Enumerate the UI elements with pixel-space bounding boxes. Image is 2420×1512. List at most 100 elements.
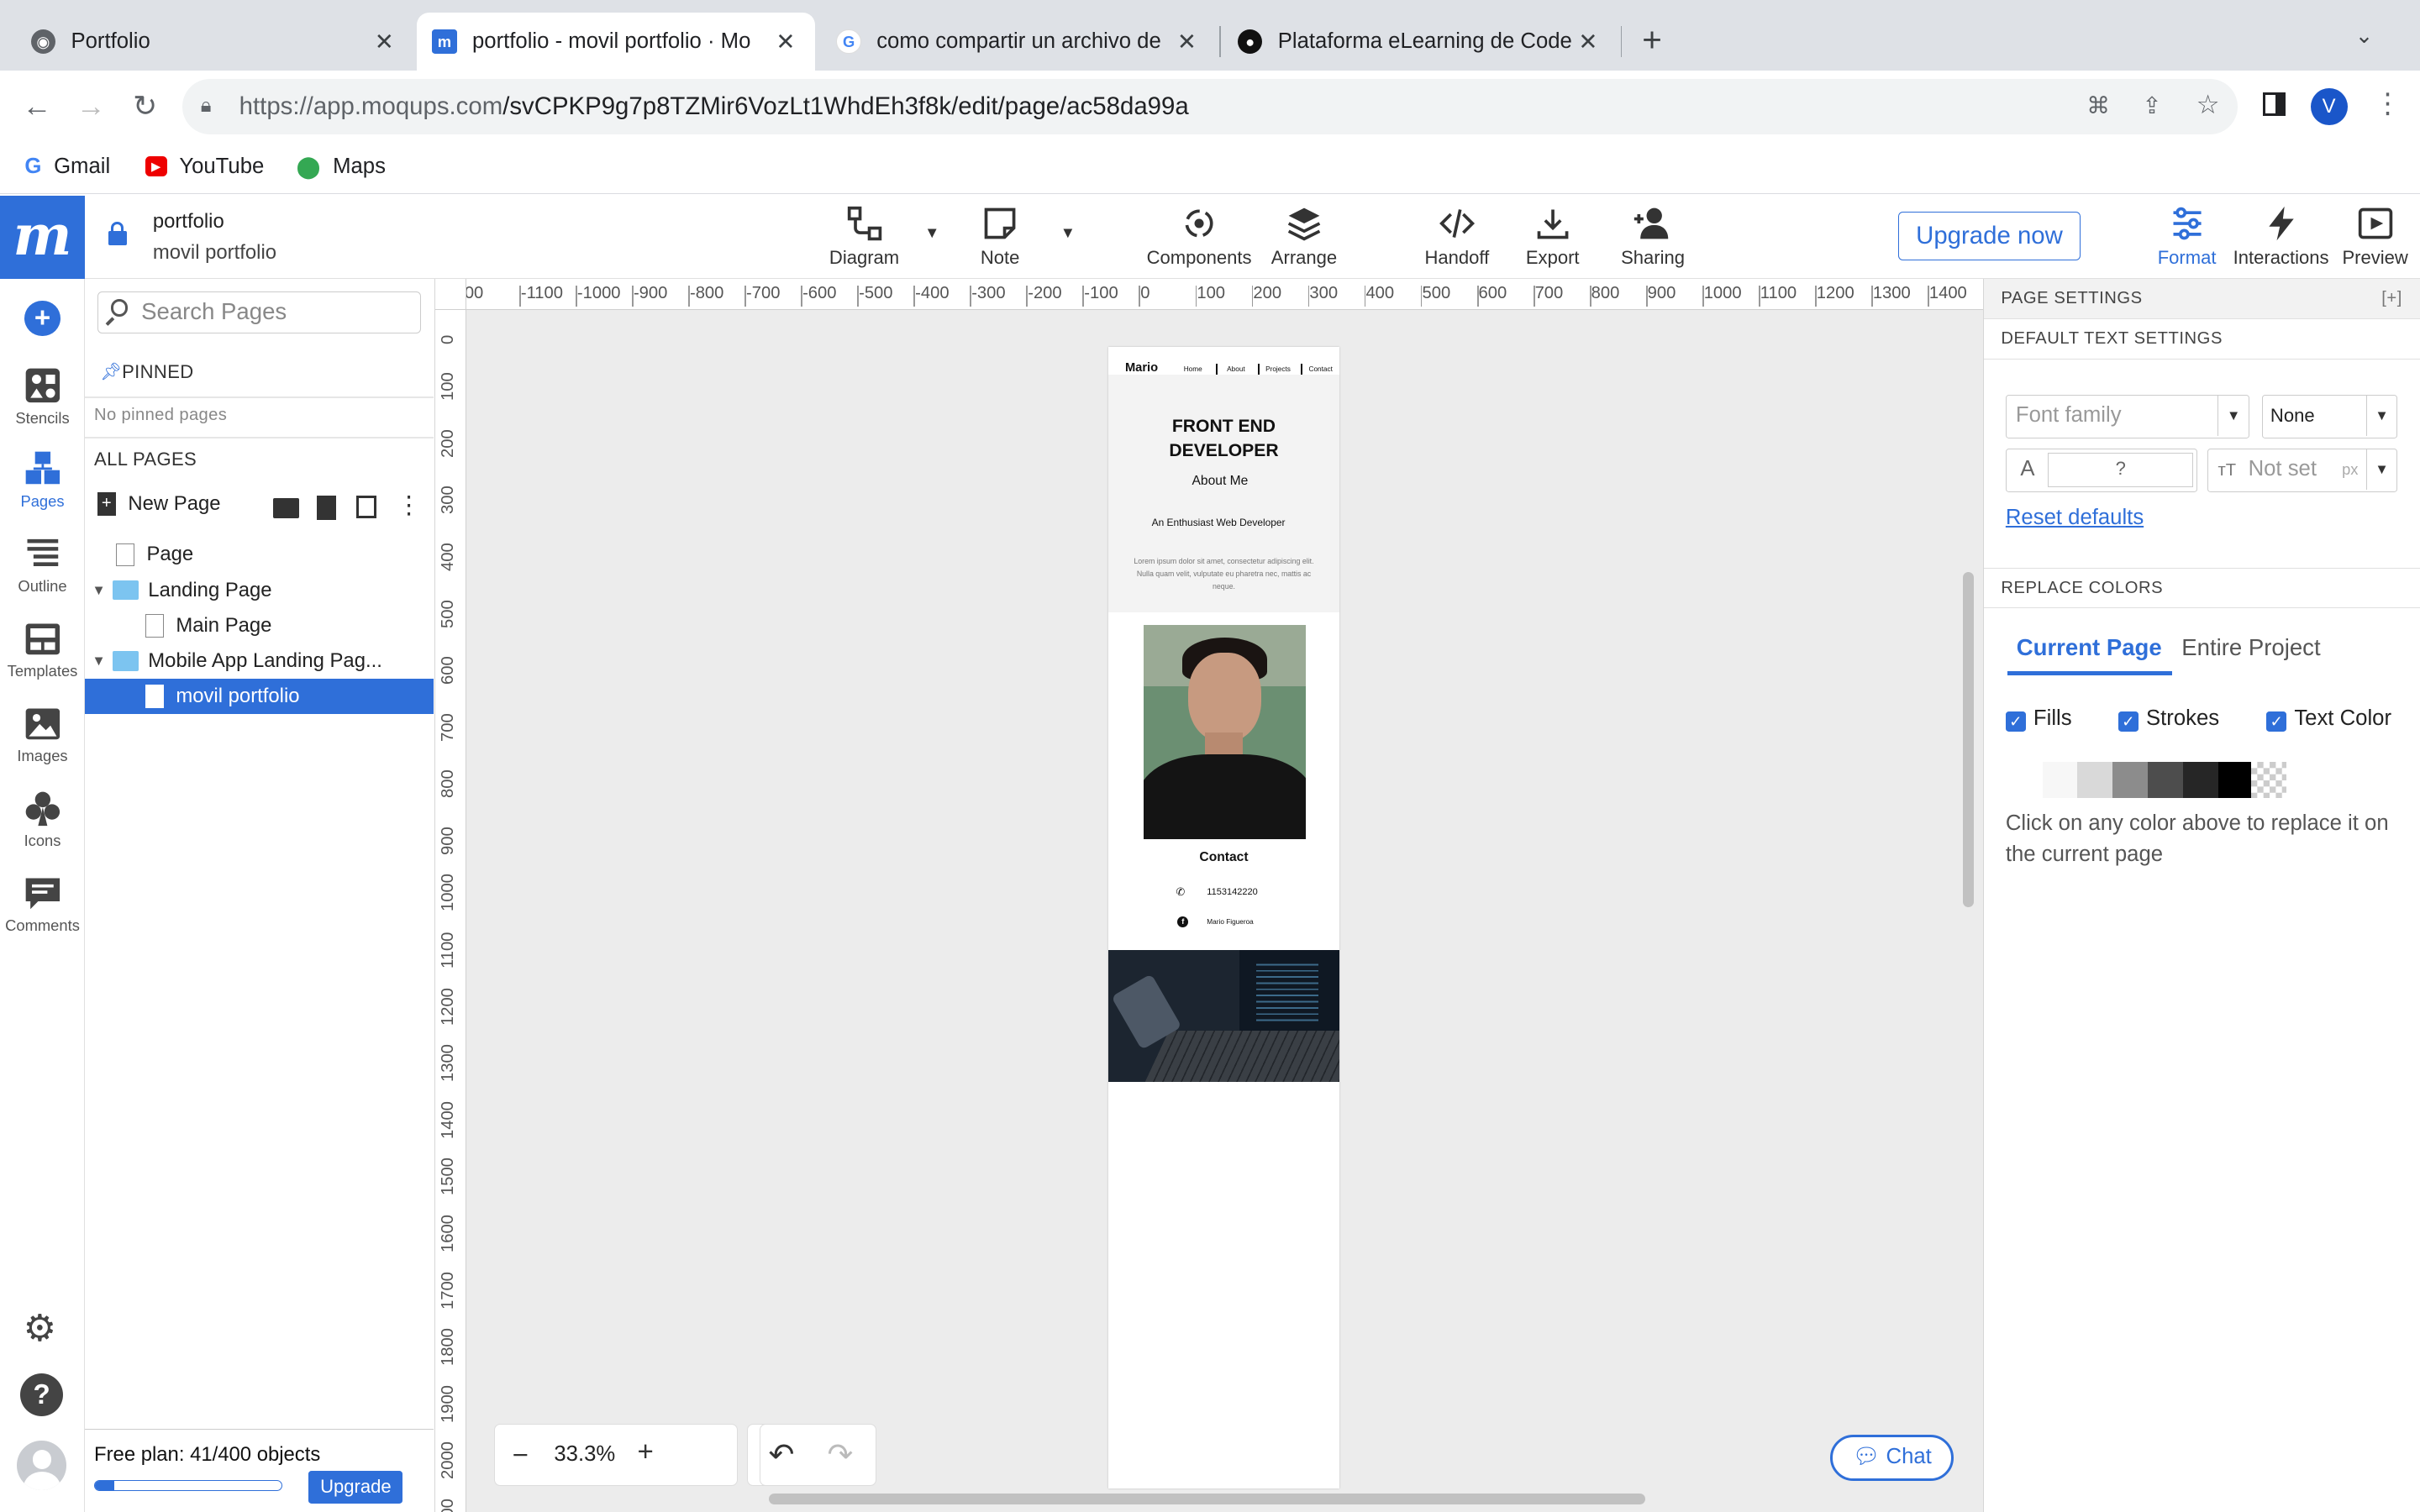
expand-toggle[interactable]: [+]: [2381, 279, 2402, 319]
reset-defaults-link[interactable]: Reset defaults: [2006, 506, 2144, 530]
rail-templates[interactable]: Templates: [0, 619, 85, 680]
page-item-selected[interactable]: movil portfolio: [85, 679, 434, 715]
color-swatch[interactable]: [2148, 762, 2184, 798]
bookmark-gmail[interactable]: G Gmail: [24, 155, 110, 179]
upgrade-now-button[interactable]: Upgrade now: [1898, 211, 2081, 261]
rail-stencils[interactable]: Stencils: [0, 365, 85, 427]
diagram-button[interactable]: Diagram: [826, 205, 903, 269]
font-style-select[interactable]: None ▼: [2261, 395, 2398, 438]
user-avatar[interactable]: [17, 1441, 66, 1491]
components-button[interactable]: Components: [1144, 205, 1255, 269]
page-item[interactable]: Page: [85, 537, 434, 572]
folder-item[interactable]: ▼ Mobile App Landing Pag...: [85, 643, 434, 679]
tagline[interactable]: An Enthusiast Web Developer: [1108, 517, 1329, 528]
duplicate-icon[interactable]: [356, 495, 377, 519]
forward-arrow-icon[interactable]: →: [70, 87, 113, 127]
tab-search-chevron-icon[interactable]: ⌄: [2355, 24, 2374, 49]
format-tab[interactable]: Format: [2147, 205, 2228, 269]
canvas[interactable]: Mario Home About Projects Contact FRONT …: [466, 310, 1984, 1512]
browser-tab[interactable]: ● Plataforma eLearning de Code ✕: [1223, 13, 1618, 71]
chat-button[interactable]: 💬︎ Chat: [1830, 1435, 1954, 1482]
side-panel-icon[interactable]: [2262, 92, 2286, 116]
browser-menu-icon[interactable]: ⋮: [2374, 87, 2402, 120]
strokes-checkbox[interactable]: ✓ Strokes: [2118, 706, 2219, 732]
facebook-name[interactable]: Mario Figueroa: [1207, 918, 1253, 926]
text-color-checkbox[interactable]: ✓ Text Color: [2266, 706, 2391, 732]
star-icon[interactable]: ☆: [2196, 90, 2220, 120]
page-item[interactable]: Main Page: [85, 608, 434, 643]
color-swatch[interactable]: [2007, 762, 2043, 798]
new-page-button[interactable]: + New Page: [97, 492, 221, 516]
fills-checkbox[interactable]: ✓ Fills: [2005, 706, 2072, 732]
hero-title-line1[interactable]: FRONT END: [1108, 417, 1340, 437]
note-dropdown-caret-icon[interactable]: ▼: [1060, 223, 1076, 242]
close-icon[interactable]: ✕: [1173, 29, 1201, 55]
rail-outline[interactable]: Outline: [0, 533, 85, 595]
project-name[interactable]: portfolio: [153, 210, 224, 234]
new-tab-plus-icon[interactable]: +: [1642, 20, 1662, 60]
address-bar[interactable]: 🔒︎ https://app.moqups.com/svCPKP9g7p8TZM…: [182, 78, 2238, 134]
translate-icon[interactable]: ⌘: [2086, 92, 2110, 119]
zoom-in-button[interactable]: +: [638, 1436, 654, 1468]
bookmark-youtube[interactable]: ▶ YouTube: [145, 155, 264, 179]
browser-tab-active[interactable]: m portfolio - movil portfolio · Mo ✕: [416, 12, 815, 71]
profile-photo[interactable]: [1143, 624, 1306, 840]
browser-tab[interactable]: ◉ Portfolio ✕: [15, 13, 413, 71]
rail-images[interactable]: Images: [0, 704, 85, 765]
settings-gear-icon[interactable]: ⚙: [24, 1307, 57, 1350]
expand-caret-icon[interactable]: ▼: [91, 582, 106, 599]
zoom-level[interactable]: 33.3%: [554, 1442, 615, 1467]
share-icon[interactable]: ⇪: [2142, 92, 2161, 119]
search-pages-input[interactable]: Search Pages: [97, 291, 422, 333]
lorem-paragraph[interactable]: Lorem ipsum dolor sit amet, consectetur …: [1127, 555, 1321, 592]
undo-icon[interactable]: ↶: [769, 1436, 795, 1473]
browser-tab[interactable]: G como compartir un archivo de ✕: [821, 13, 1216, 71]
vertical-scrollbar[interactable]: [1963, 572, 1975, 907]
line-height-input[interactable]: ᴛT Not set px ▼: [2207, 449, 2398, 492]
rail-pages[interactable]: Pages: [0, 449, 85, 510]
profile-avatar[interactable]: V: [2310, 87, 2348, 125]
color-swatch[interactable]: [2112, 762, 2149, 798]
nav-contact[interactable]: Contact: [1309, 365, 1333, 373]
preview-tab[interactable]: Preview: [2337, 205, 2414, 269]
upgrade-button[interactable]: Upgrade: [308, 1471, 403, 1504]
horizontal-scrollbar[interactable]: [768, 1493, 1645, 1504]
close-icon[interactable]: ✕: [371, 29, 398, 55]
expand-caret-icon[interactable]: ▼: [91, 653, 106, 669]
new-folder-icon[interactable]: [273, 498, 300, 519]
lock-icon[interactable]: [108, 222, 127, 245]
laptop-image[interactable]: [1107, 950, 1340, 1082]
color-swatch[interactable]: [2042, 762, 2078, 798]
font-size-input[interactable]: A ?: [2005, 449, 2197, 492]
back-arrow-icon[interactable]: ←: [15, 87, 58, 127]
url-text[interactable]: https://app.moqups.com/svCPKP9g7p8TZMir6…: [239, 92, 1189, 121]
add-plus-icon[interactable]: +: [24, 301, 60, 337]
redo-icon[interactable]: ↷: [827, 1436, 853, 1473]
rail-comments[interactable]: Comments: [0, 874, 85, 935]
color-swatch[interactable]: [2183, 762, 2219, 798]
close-icon[interactable]: ✕: [1574, 29, 1602, 55]
handoff-button[interactable]: Handoff: [1415, 205, 1498, 269]
moqups-logo[interactable]: m: [0, 196, 86, 280]
hero-title-line2[interactable]: DEVELOPER: [1108, 441, 1340, 461]
mobile-artboard[interactable]: Mario Home About Projects Contact FRONT …: [1107, 347, 1340, 1489]
note-button[interactable]: Note: [961, 205, 1039, 269]
nav-about[interactable]: About: [1227, 365, 1245, 373]
diagram-dropdown-caret-icon[interactable]: ▼: [924, 223, 939, 242]
trash-icon[interactable]: [316, 495, 337, 520]
tab-entire-project[interactable]: Entire Project: [2181, 634, 2320, 661]
nav-home[interactable]: Home: [1184, 365, 1202, 373]
about-heading[interactable]: About Me: [1108, 474, 1332, 489]
folder-item[interactable]: ▼ Landing Page: [85, 572, 434, 607]
bookmark-maps[interactable]: ⬤ Maps: [297, 155, 386, 180]
font-size-value[interactable]: ?: [2048, 453, 2194, 487]
transparent-swatch[interactable]: [2250, 762, 2287, 798]
page-name[interactable]: movil portfolio: [153, 241, 276, 265]
color-swatch[interactable]: [2077, 762, 2113, 798]
font-family-select[interactable]: Font family ▼: [2005, 395, 2250, 438]
tab-current-page[interactable]: Current Page: [2017, 634, 2162, 661]
brand-logo[interactable]: Mario: [1125, 361, 1158, 375]
phone-number[interactable]: 1153142220: [1207, 887, 1257, 897]
page-settings-header[interactable]: PAGE SETTINGS [+]: [1984, 279, 2420, 320]
contact-heading[interactable]: Contact: [1108, 850, 1340, 865]
